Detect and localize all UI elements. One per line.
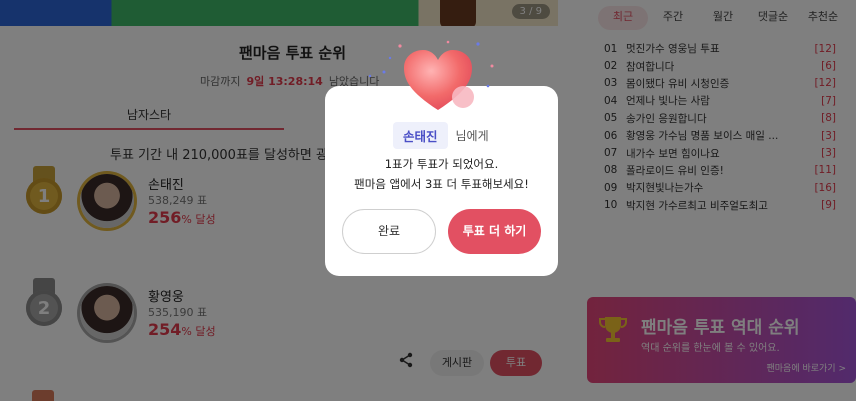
vote-more-button[interactable]: 투표 더 하기 [448,209,541,254]
recipient-name-chip: 손태진 [393,121,448,149]
done-button[interactable]: 완료 [342,209,436,254]
heart-icon [360,36,510,116]
message-line-2: 팬마음 앱에서 3표 더 투표해보세요! [354,177,529,191]
message-line-1: 1표가 투표가 되었어요. [384,157,499,171]
recipient: 손태진 님에게 [393,121,489,149]
recipient-suffix: 님에게 [455,128,489,143]
